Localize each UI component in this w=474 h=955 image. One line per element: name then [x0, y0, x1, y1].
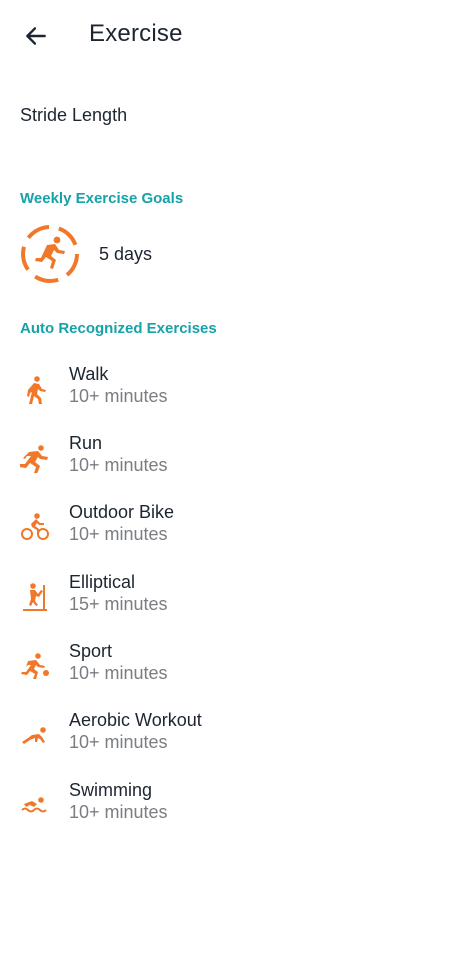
stride-length-label: Stride Length: [20, 105, 128, 125]
page-title: Exercise: [89, 20, 183, 47]
exercise-duration: 10+ minutes: [69, 802, 168, 822]
exercise-duration: 10+ minutes: [69, 455, 168, 475]
exercise-duration: 10+ minutes: [69, 386, 168, 406]
exercise-name: Swimming: [69, 780, 153, 800]
sport-icon: [21, 653, 49, 679]
walk-icon: [27, 376, 46, 404]
auto-recognized-section-title: Auto Recognized Exercises: [20, 320, 217, 337]
exercise-item-elliptical[interactable]: Elliptical 15+ minutes: [0, 572, 474, 645]
stride-length-row[interactable]: Stride Length: [0, 82, 474, 150]
exercise-item-walk[interactable]: Walk 10+ minutes: [0, 364, 474, 437]
exercise-item-sport[interactable]: Sport 10+ minutes: [0, 641, 474, 714]
exercise-duration: 10+ minutes: [69, 663, 168, 683]
exercise-name: Outdoor Bike: [69, 502, 175, 522]
exercise-name: Run: [69, 433, 103, 453]
exercise-duration: 10+ minutes: [69, 732, 168, 752]
exercise-duration: 15+ minutes: [69, 594, 168, 614]
bike-icon: [21, 513, 49, 540]
app-header: Exercise: [0, 0, 474, 72]
aerobic-icon: [22, 727, 46, 744]
back-button[interactable]: [18, 18, 54, 54]
exercise-name: Aerobic Workout: [69, 710, 202, 730]
weekly-goal-value: 5 days: [99, 244, 153, 264]
exercise-name: Walk: [69, 364, 109, 384]
arrow-left-icon: [26, 27, 46, 45]
exercise-item-outdoor-bike[interactable]: Outdoor Bike 10+ minutes: [0, 502, 474, 575]
run-goal-ring-icon: [21, 225, 79, 283]
elliptical-icon: [23, 583, 47, 611]
weekly-goals-section-title: Weekly Exercise Goals: [20, 190, 184, 207]
weekly-goal-row[interactable]: 5 days: [0, 214, 474, 294]
exercise-duration: 10+ minutes: [69, 524, 168, 544]
exercise-name: Elliptical: [69, 572, 136, 592]
exercise-item-aerobic-workout[interactable]: Aerobic Workout 10+ minutes: [0, 710, 474, 783]
swim-icon: [21, 797, 47, 813]
run-icon: [20, 445, 48, 473]
exercise-name: Sport: [69, 641, 113, 661]
exercise-item-swimming[interactable]: Swimming 10+ minutes: [0, 780, 474, 853]
exercise-item-run[interactable]: Run 10+ minutes: [0, 433, 474, 506]
